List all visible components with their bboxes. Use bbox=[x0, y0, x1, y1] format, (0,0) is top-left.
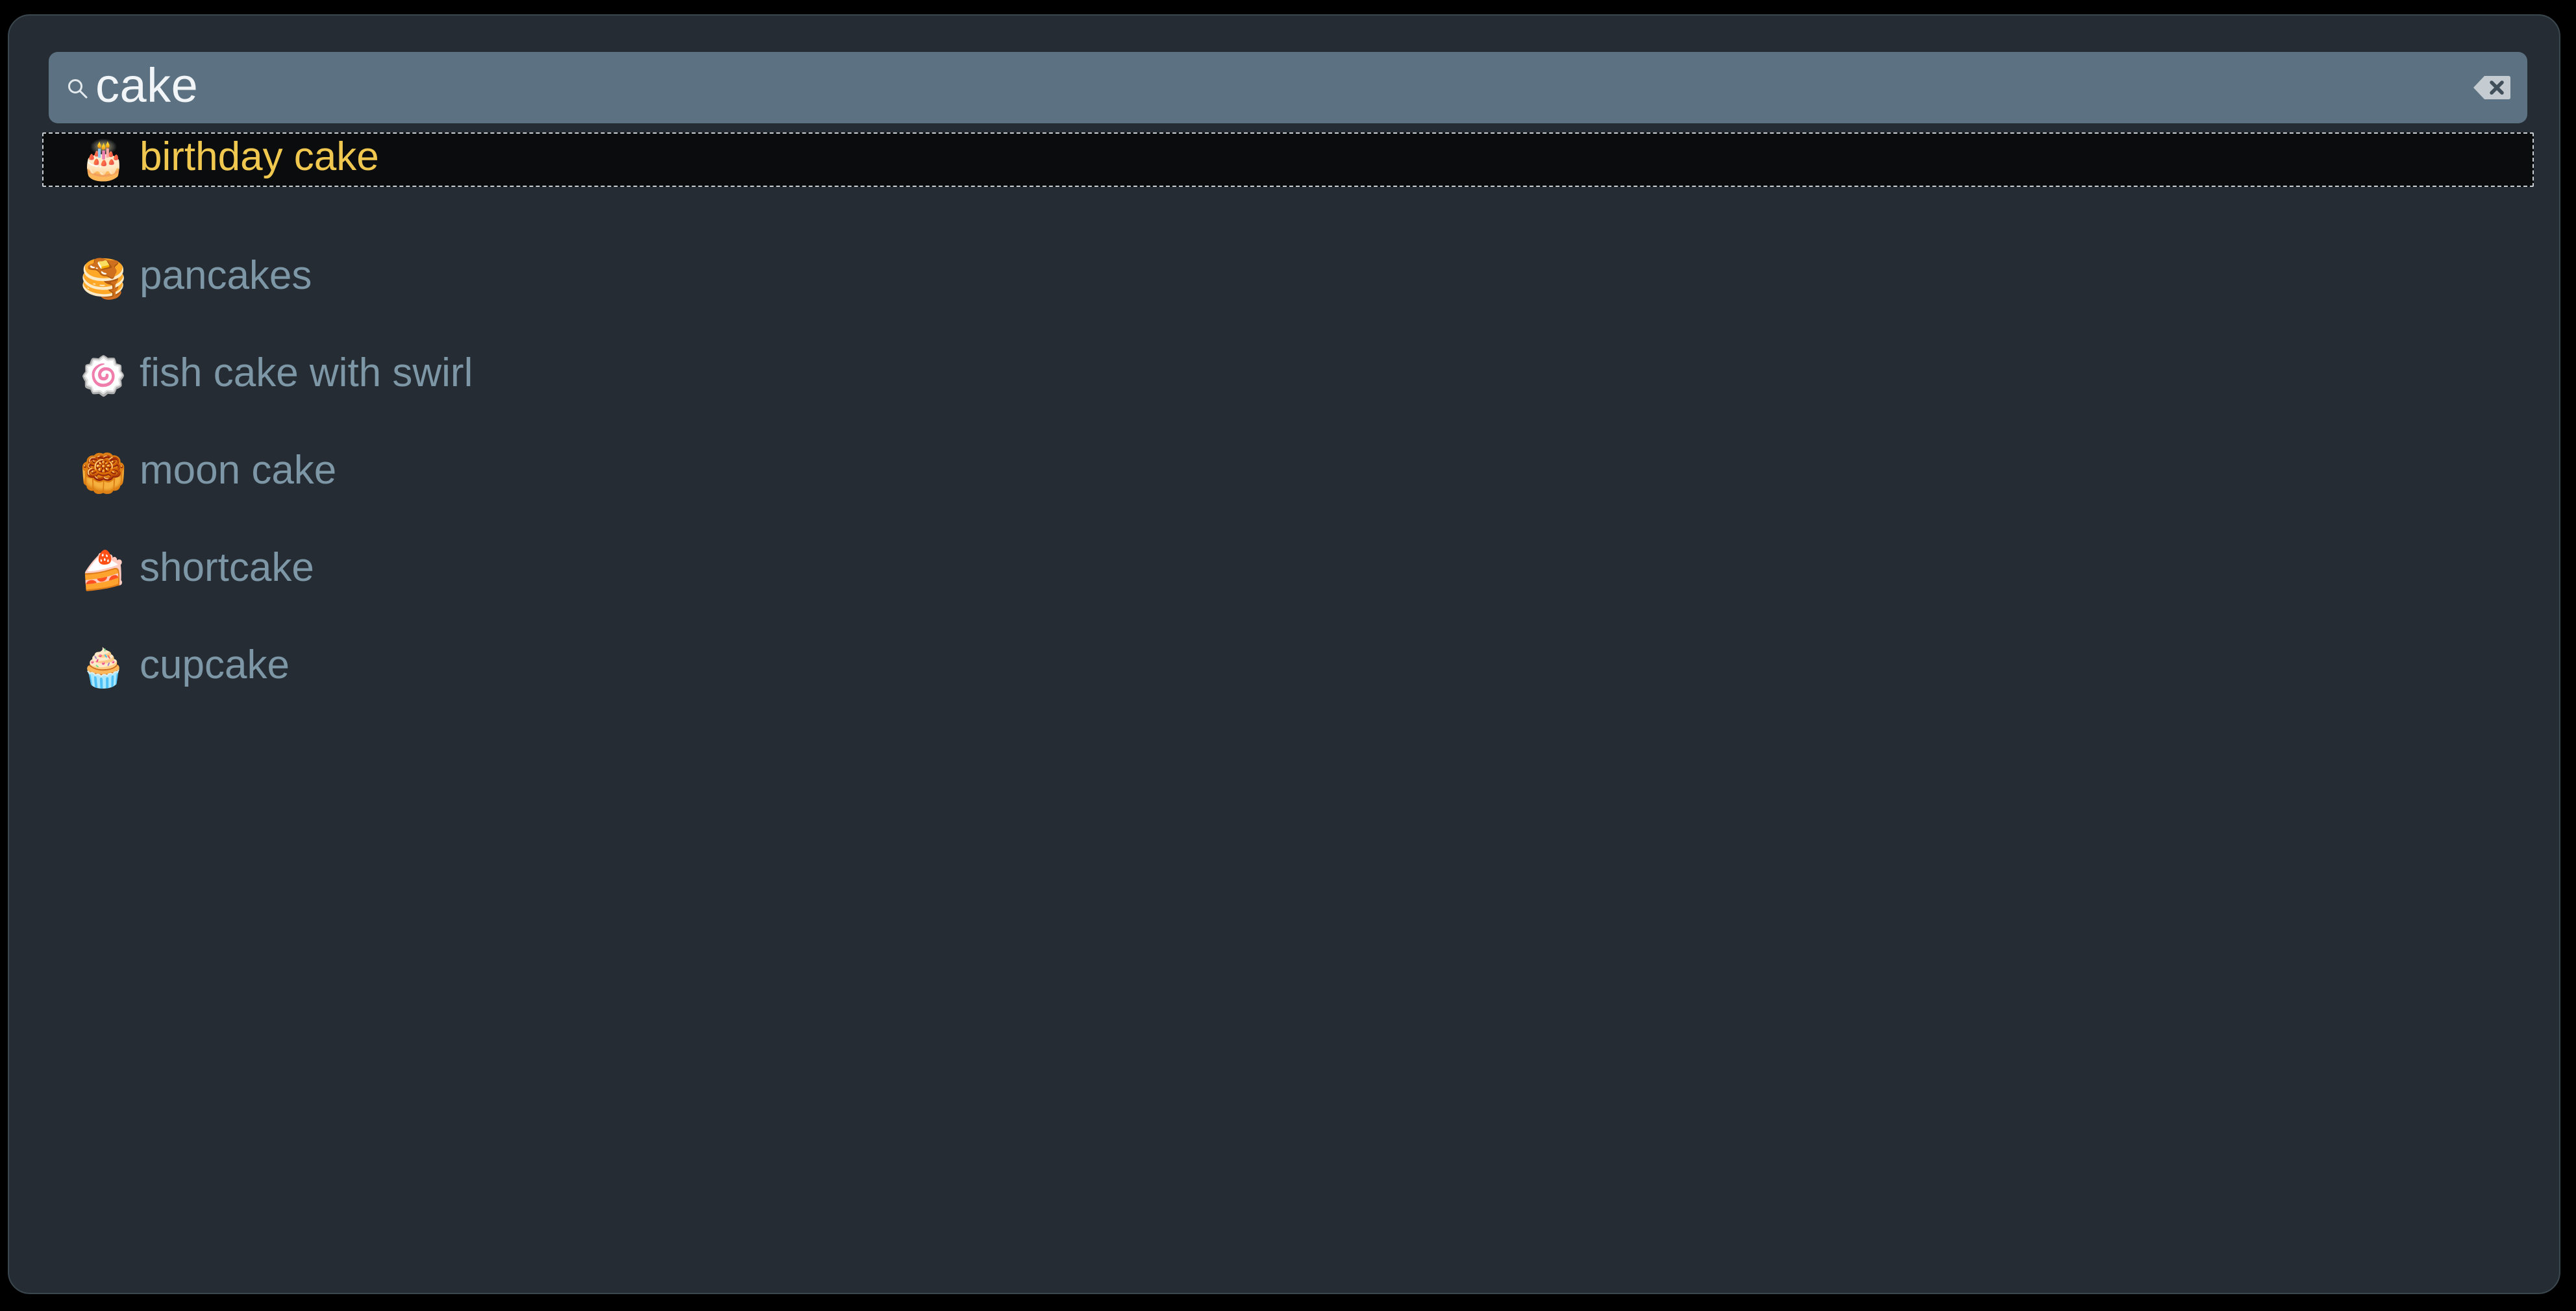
search-input-value[interactable]: cake bbox=[95, 62, 2473, 114]
search-icon bbox=[68, 79, 88, 99]
cupcake-emoji: 🧁 bbox=[80, 646, 127, 690]
emoji-picker-window: cake 🎂 birthday cake 🥞 pancakes 🍥 fish c… bbox=[8, 14, 2560, 1294]
emoji-result-label: cupcake bbox=[140, 643, 290, 687]
emoji-result-row[interactable]: 🍰 shortcake bbox=[42, 522, 2534, 619]
emoji-result-row[interactable]: 🥞 pancakes bbox=[42, 230, 2534, 327]
emoji-result-label: moon cake bbox=[140, 448, 337, 493]
backspace-delete-icon[interactable] bbox=[2473, 74, 2510, 101]
search-input[interactable]: cake bbox=[49, 52, 2527, 123]
emoji-result-label: birthday cake bbox=[140, 134, 379, 179]
emoji-result-label: pancakes bbox=[140, 253, 312, 298]
birthday-cake-emoji: 🎂 bbox=[80, 138, 127, 182]
emoji-result-row-selected[interactable]: 🎂 birthday cake bbox=[42, 132, 2534, 187]
pancakes-emoji: 🥞 bbox=[80, 256, 127, 300]
moon-cake-emoji: 🥮 bbox=[80, 451, 127, 495]
emoji-results-list: 🎂 birthday cake 🥞 pancakes 🍥 fish cake w… bbox=[42, 132, 2534, 717]
emoji-result-row[interactable]: 🍥 fish cake with swirl bbox=[42, 327, 2534, 424]
fish-cake-with-swirl-emoji: 🍥 bbox=[80, 354, 127, 398]
shortcake-emoji: 🍰 bbox=[80, 548, 127, 593]
emoji-result-label: fish cake with swirl bbox=[140, 350, 473, 395]
emoji-result-label: shortcake bbox=[140, 545, 314, 590]
emoji-result-row[interactable]: 🥮 moon cake bbox=[42, 424, 2534, 522]
emoji-result-row[interactable]: 🧁 cupcake bbox=[42, 619, 2534, 717]
search-bar: cake bbox=[49, 52, 2527, 123]
